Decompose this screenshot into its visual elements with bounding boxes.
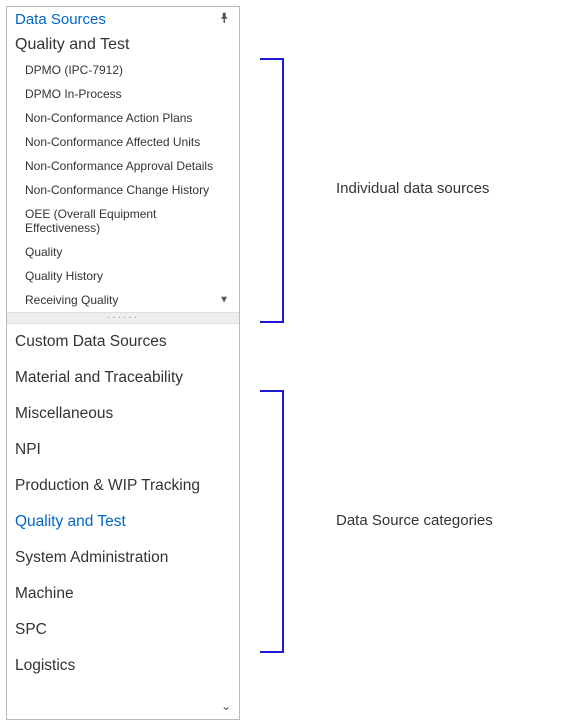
- category-label: Logistics: [15, 657, 75, 674]
- bracket-individual-sources: [270, 58, 284, 323]
- data-sources-panel: Data Sources Quality and Test DPMO (IPC-…: [6, 6, 240, 720]
- data-source-item[interactable]: Non-Conformance Change History: [25, 178, 239, 202]
- data-source-label: Quality: [25, 245, 62, 259]
- data-source-item[interactable]: Non-Conformance Affected Units: [25, 130, 239, 154]
- data-source-item[interactable]: DPMO In-Process: [25, 82, 239, 106]
- data-source-item[interactable]: Receiving Quality ▼: [25, 288, 239, 312]
- category-item-production-wip[interactable]: Production & WIP Tracking: [7, 468, 239, 504]
- category-item-quality-test[interactable]: Quality and Test: [7, 504, 239, 540]
- bracket-categories: [270, 390, 284, 653]
- category-label: NPI: [15, 441, 41, 458]
- category-label: Quality and Test: [15, 513, 126, 530]
- data-source-label: Non-Conformance Approval Details: [25, 159, 213, 173]
- data-source-item[interactable]: Non-Conformance Action Plans: [25, 106, 239, 130]
- data-source-label: DPMO (IPC-7912): [25, 63, 123, 77]
- data-source-list: DPMO (IPC-7912) DPMO In-Process Non-Conf…: [7, 58, 239, 312]
- category-item-npi[interactable]: NPI: [7, 432, 239, 468]
- data-source-label: Quality History: [25, 269, 103, 283]
- category-label: Custom Data Sources: [15, 333, 167, 350]
- data-source-label: Non-Conformance Action Plans: [25, 111, 192, 125]
- data-source-label: OEE (Overall Equipment Effectiveness): [25, 207, 156, 235]
- data-source-item[interactable]: Quality History: [25, 264, 239, 288]
- category-label: Machine: [15, 585, 74, 602]
- category-label: Material and Traceability: [15, 369, 183, 386]
- category-label: Miscellaneous: [15, 405, 113, 422]
- panel-header: Data Sources: [7, 7, 239, 30]
- category-item-spc[interactable]: SPC: [7, 612, 239, 648]
- data-source-label: Non-Conformance Change History: [25, 183, 209, 197]
- annotation-categories: Data Source categories: [336, 512, 493, 529]
- data-source-item[interactable]: OEE (Overall Equipment Effectiveness): [25, 202, 239, 240]
- category-item-material-traceability[interactable]: Material and Traceability: [7, 360, 239, 396]
- data-source-label: Non-Conformance Affected Units: [25, 135, 200, 149]
- annotation-individual-sources: Individual data sources: [336, 180, 489, 197]
- category-item-system-admin[interactable]: System Administration: [7, 540, 239, 576]
- category-item-logistics[interactable]: Logistics: [7, 648, 239, 684]
- scroll-down-icon[interactable]: ⌄: [221, 699, 231, 713]
- pin-icon[interactable]: [219, 11, 231, 28]
- category-label: SPC: [15, 621, 47, 638]
- category-label: Production & WIP Tracking: [15, 477, 200, 494]
- chevron-down-icon[interactable]: ▼: [219, 295, 229, 306]
- data-source-item[interactable]: DPMO (IPC-7912): [25, 58, 239, 82]
- expanded-category-title: Quality and Test: [7, 30, 239, 58]
- category-item-miscellaneous[interactable]: Miscellaneous: [7, 396, 239, 432]
- category-item-machine[interactable]: Machine: [7, 576, 239, 612]
- category-list: Custom Data Sources Material and Traceab…: [7, 324, 239, 719]
- category-label: System Administration: [15, 549, 168, 566]
- category-item-custom-data-sources[interactable]: Custom Data Sources: [7, 324, 239, 360]
- data-source-label: Receiving Quality: [25, 293, 118, 307]
- data-source-item[interactable]: Non-Conformance Approval Details: [25, 154, 239, 178]
- data-source-item[interactable]: Quality: [25, 240, 239, 264]
- splitter-handle[interactable]: ······: [7, 312, 239, 324]
- data-source-label: DPMO In-Process: [25, 87, 122, 101]
- panel-title: Data Sources: [15, 11, 106, 28]
